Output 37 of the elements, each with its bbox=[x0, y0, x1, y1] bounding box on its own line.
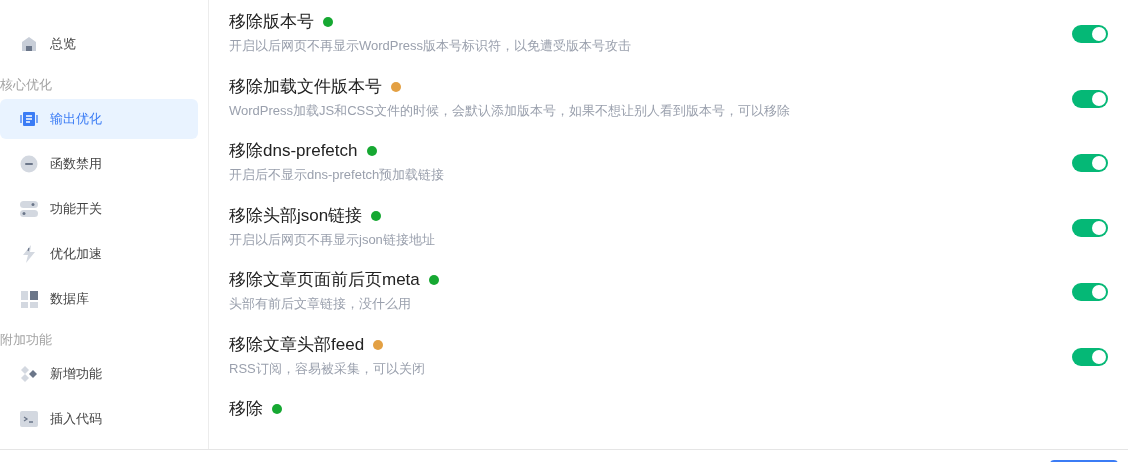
setting-description: 开启以后网页不再显示WordPress版本号标识符，以免遭受版本号攻击 bbox=[229, 37, 632, 55]
setting-title: 移除头部json链接 bbox=[229, 204, 363, 227]
sidebar-item[interactable]: 数据库 bbox=[0, 279, 198, 319]
sidebar-item[interactable]: 优化加速 bbox=[0, 234, 198, 274]
sidebar-item[interactable]: 插入代码 bbox=[0, 399, 198, 439]
section-heading: 附加功能 bbox=[0, 330, 52, 349]
sidebar-item[interactable]: 总览 bbox=[0, 24, 198, 64]
toggle-switch[interactable] bbox=[1072, 218, 1108, 237]
grid-icon bbox=[20, 290, 38, 308]
toggle-switch[interactable] bbox=[1072, 154, 1108, 173]
terminal-icon bbox=[20, 411, 38, 427]
diamonds-icon bbox=[20, 365, 38, 383]
sidebar-item[interactable]: 新增功能 bbox=[0, 354, 198, 394]
setting-title: 移除文章头部feed bbox=[229, 333, 365, 356]
setting-title: 移除版本号 bbox=[229, 11, 314, 33]
setting-description: 开启以后网页不再显示json链接地址 bbox=[229, 230, 435, 249]
toggle-switch[interactable] bbox=[1072, 89, 1108, 108]
toggle-switch[interactable] bbox=[1072, 25, 1108, 43]
house-icon bbox=[21, 36, 37, 52]
setting-description: WordPress加载JS和CSS文件的时候，会默认添加版本号，如果不想让别人看到版本号，可以移除 bbox=[229, 101, 790, 120]
sidebar-item[interactable]: 函数禁用 bbox=[0, 144, 198, 184]
section-heading: 核心优化 bbox=[0, 75, 52, 94]
setting-description: 头部有前后文章链接，没什么用 bbox=[229, 295, 412, 314]
sidebar-item[interactable]: 输出优化 bbox=[0, 99, 198, 139]
lightning-icon bbox=[22, 245, 36, 263]
setting-title: 移除 bbox=[229, 398, 263, 421]
sidebar-item[interactable]: 功能开关 bbox=[0, 189, 198, 229]
toggle-switch[interactable] bbox=[1072, 347, 1108, 366]
setting-title: 移除dns-prefetch bbox=[229, 140, 358, 163]
setting-title: 移除文章页面前后页meta bbox=[229, 269, 420, 292]
document-icon bbox=[20, 111, 38, 127]
toggles-icon bbox=[20, 200, 38, 218]
setting-description: 开启后不显示dns-prefetch预加载链接 bbox=[229, 166, 445, 185]
minus-circle-icon bbox=[20, 155, 38, 173]
toggle-switch[interactable] bbox=[1072, 283, 1108, 302]
setting-title: 移除加载文件版本号 bbox=[229, 75, 382, 98]
setting-description: RSS订阅，容易被采集，可以关闭 bbox=[229, 359, 425, 378]
